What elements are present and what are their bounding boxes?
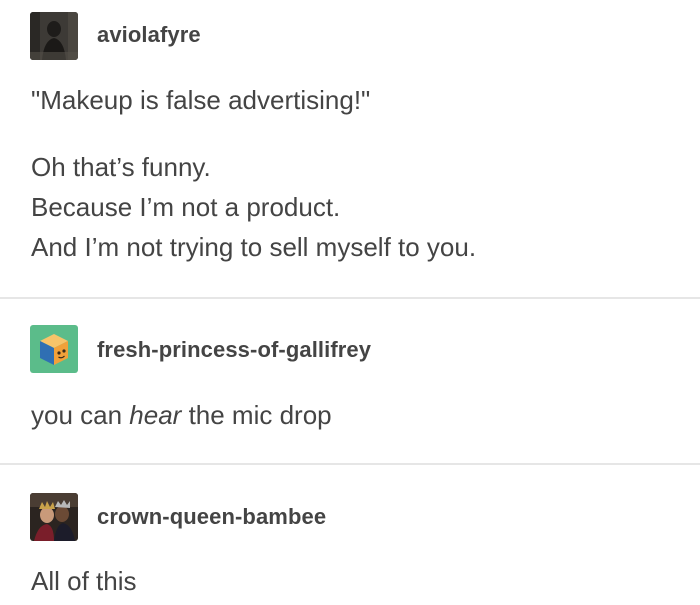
- post-line: Because I’m not a product.: [31, 192, 341, 222]
- avatar-aviolafyre[interactable]: [30, 12, 78, 60]
- username-link[interactable]: fresh-princess-of-gallifrey: [97, 337, 371, 363]
- post-body: you can hear the mic drop: [31, 395, 332, 435]
- username-link[interactable]: aviolafyre: [97, 22, 201, 48]
- avatar-fresh-princess-of-gallifrey[interactable]: [30, 325, 78, 373]
- avatar-crown-queen-bambee[interactable]: [30, 493, 78, 541]
- post-quote: "Makeup is false advertising!": [31, 85, 371, 115]
- cube-icon: [30, 325, 78, 373]
- username-link[interactable]: crown-queen-bambee: [97, 504, 326, 530]
- emphasized-text: hear: [129, 400, 182, 430]
- crowned-couple-avatar-icon: [30, 493, 78, 541]
- dark-photo-avatar-icon: [30, 12, 78, 60]
- post-body: Oh that’s funny. Because I’m not a produ…: [31, 147, 476, 267]
- post-text: you can: [31, 400, 130, 430]
- post-line: Oh that’s funny.: [31, 152, 211, 182]
- reblog-entry-aviolafyre: aviolafyre "Makeup is false advertising!…: [0, 0, 700, 298]
- reblog-entry-crown-queen-bambee: crown-queen-bambee All of this: [0, 464, 700, 605]
- reblog-entry-fresh-princess-of-gallifrey: fresh-princess-of-gallifrey you can hear…: [0, 298, 700, 464]
- post-body: All of this: [31, 566, 137, 596]
- post-text: the mic drop: [181, 400, 332, 430]
- post-line: And I’m not trying to sell myself to you…: [31, 232, 477, 262]
